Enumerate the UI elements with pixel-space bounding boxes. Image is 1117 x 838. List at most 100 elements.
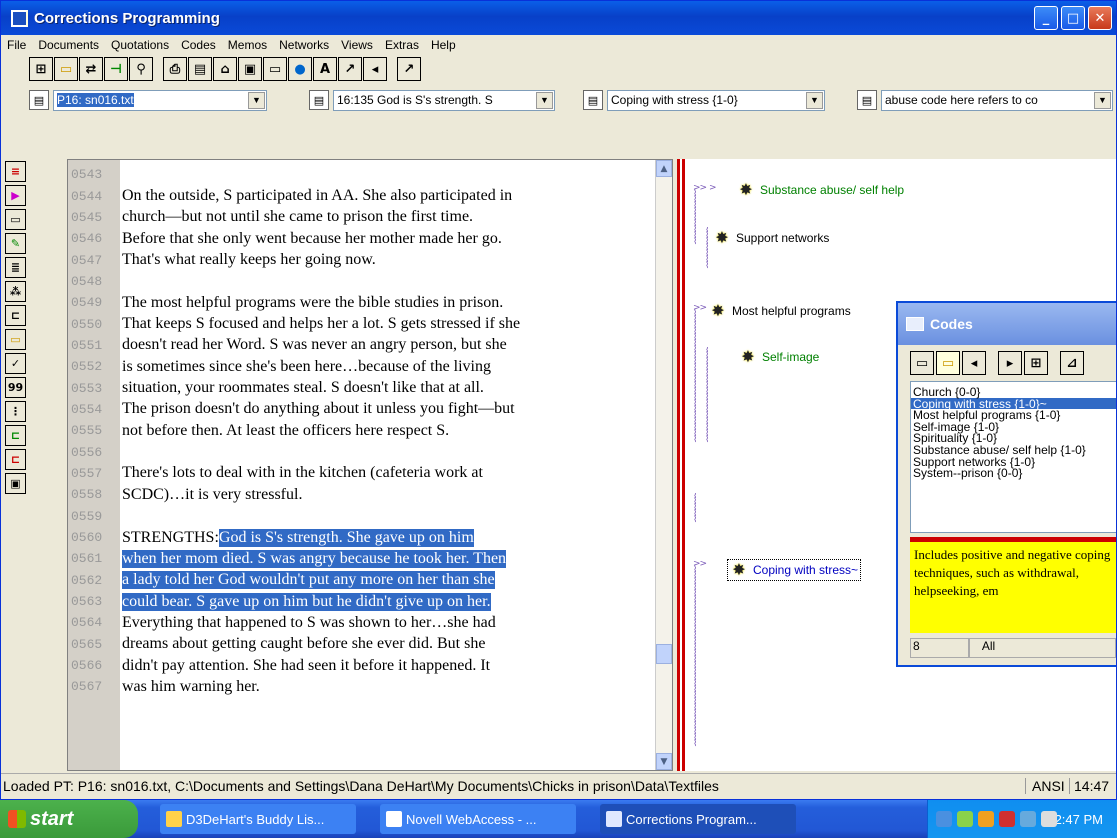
task-corrections[interactable]: Corrections Program... (600, 804, 796, 834)
link-code-icon[interactable]: ⊏ (5, 425, 26, 446)
document-editor[interactable]: 0543 0544 On the outside, S participated i… (67, 159, 673, 771)
line-number: 0554 (71, 401, 103, 417)
frame-icon[interactable]: ▣ (5, 473, 26, 494)
quotation-icon[interactable]: ▭ (936, 351, 960, 375)
quotation-select[interactable]: 16:135 God is S's strength. S ▼ (333, 89, 555, 111)
link-tool-icon[interactable]: ⊏ (5, 305, 26, 326)
forward-icon[interactable]: ▸ (998, 351, 1022, 375)
close-button[interactable]: ✕ (1088, 6, 1112, 30)
search-icon[interactable]: ⚲ (129, 57, 153, 81)
text-line: 0555 not before then. At least the office… (68, 420, 668, 441)
network-icon[interactable]: ⊞ (1024, 351, 1048, 375)
margin-code-selfimage[interactable]: ✸ Self-image (739, 348, 819, 366)
selected-quotation-text: when her mom died. S was angry because h… (122, 549, 507, 568)
chevron-down-icon[interactable]: ▼ (536, 91, 553, 109)
memo-select[interactable]: abuse code here refers to co ▼ (881, 89, 1113, 111)
back-icon[interactable]: ◂ (363, 57, 387, 81)
network-icon[interactable]: ⊞ (29, 57, 53, 81)
menu-file[interactable]: File (7, 38, 26, 52)
buddy-tray-icon[interactable] (978, 811, 994, 827)
minimize-button[interactable]: _ (1034, 6, 1058, 30)
code-star-icon: ✸ (741, 349, 755, 366)
unlink-code-icon[interactable]: ⊏ (5, 449, 26, 470)
scroll-down-icon[interactable]: ▼ (656, 753, 672, 770)
code-select[interactable]: Coping with stress {1-0} ▼ (607, 89, 825, 111)
display-icon[interactable]: ▭ (263, 57, 287, 81)
menu-memos[interactable]: Memos (228, 38, 267, 52)
text-line: 0562 a lady told her God wouldn't put any… (68, 570, 668, 591)
memo-list-icon[interactable]: ▤ (857, 90, 877, 110)
count-badge[interactable]: 99 (5, 377, 26, 398)
menu-documents[interactable]: Documents (38, 38, 99, 52)
check-icon[interactable]: ✓ (5, 353, 26, 374)
line-text: situation, your roommates steal. S doesn… (122, 379, 484, 397)
margin-code-substance[interactable]: ✸ Substance abuse/ self help (737, 181, 904, 199)
menu-quotations[interactable]: Quotations (111, 38, 169, 52)
margin-code-support[interactable]: ✸ Support networks (713, 229, 829, 247)
chevron-down-icon[interactable]: ▼ (1094, 91, 1111, 109)
chevron-down-icon[interactable]: ▼ (248, 91, 265, 109)
code-star-icon: ✸ (732, 562, 746, 579)
code-list-item[interactable]: Church {0-0} (911, 386, 1116, 398)
display-tray-icon[interactable] (1020, 811, 1036, 827)
code-list-item[interactable]: Substance abuse/ self help {1-0} (911, 444, 1116, 456)
network-tray-icon[interactable] (936, 811, 952, 827)
window-icon[interactable]: ▤ (188, 57, 212, 81)
code-list-item[interactable]: System--prison {0-0} (911, 467, 1116, 479)
line-text: That's what really keeps her going now. (122, 251, 376, 269)
back-icon[interactable]: ◂ (962, 351, 986, 375)
line-text: is sometimes since she's been here…becau… (122, 357, 491, 375)
font-icon[interactable]: A (313, 57, 337, 81)
maximize-button[interactable]: □ (1061, 6, 1085, 30)
globe-icon[interactable]: ● (288, 57, 312, 81)
align-icon[interactable]: ⇄ (79, 57, 103, 81)
messenger-tray-icon[interactable] (957, 811, 973, 827)
list-tool-icon[interactable]: ⋮ (5, 401, 26, 422)
print-icon[interactable]: ⎙ (163, 57, 187, 81)
document-select[interactable]: P16: sn016.txt ▼ (53, 89, 267, 111)
save-icon[interactable]: ▣ (238, 57, 262, 81)
code-filter[interactable]: All (968, 638, 1116, 658)
codes-dialog-title[interactable]: Codes (898, 303, 1116, 345)
code-in-vivo-icon[interactable]: ≡ (5, 161, 26, 182)
margin-divider (677, 159, 685, 771)
document-icon[interactable]: ▤ (29, 90, 49, 110)
text-tool-icon[interactable]: ≣ (5, 257, 26, 278)
create-quotation-icon[interactable]: ▭ (5, 209, 26, 230)
edit-quotation-icon[interactable]: ✎ (5, 233, 26, 254)
scroll-thumb[interactable] (656, 644, 672, 664)
menu-codes[interactable]: Codes (181, 38, 216, 52)
tool-icon[interactable]: ↗ (338, 57, 362, 81)
menu-views[interactable]: Views (341, 38, 373, 52)
code-marker-icon[interactable]: ▶ (5, 185, 26, 206)
menu-help[interactable]: Help (431, 38, 456, 52)
quotation-icon[interactable]: ▭ (54, 57, 78, 81)
task-novell[interactable]: Novell WebAccess - ... (380, 804, 576, 834)
line-text: didn't pay attention. She had seen it be… (122, 656, 491, 674)
text-line: 0557 There's lots to deal with in the kit… (68, 463, 668, 484)
margin-code-programs[interactable]: ✸ Most helpful programs (709, 302, 850, 320)
status-text: Loaded PT: P16: sn016.txt, C:\Documents … (3, 777, 1026, 794)
text-lines: 0543 0544 On the outside, S participated i… (68, 164, 668, 698)
hammer-icon[interactable]: ↗ (397, 57, 421, 81)
open-icon[interactable]: ⌂ (213, 57, 237, 81)
tree-icon[interactable]: ⊣ (104, 57, 128, 81)
security-tray-icon[interactable] (999, 811, 1015, 827)
memo-tool-icon[interactable]: ▭ (5, 329, 26, 350)
rectangle-icon[interactable]: ▭ (910, 351, 934, 375)
title-bar[interactable]: Corrections Programming _ □ ✕ (1, 1, 1116, 35)
quotation-list-icon[interactable]: ▤ (309, 90, 329, 110)
code-list-icon[interactable]: ▤ (583, 90, 603, 110)
start-button[interactable]: start (0, 800, 138, 838)
editor-scrollbar[interactable]: ▲ ▼ (655, 160, 672, 770)
task-buddy-list[interactable]: D3DeHart's Buddy Lis... (160, 804, 356, 834)
menu-extras[interactable]: Extras (385, 38, 419, 52)
margin-code-coping[interactable]: ✸ Coping with stress~ (727, 559, 862, 581)
scroll-up-icon[interactable]: ▲ (656, 160, 672, 177)
code-list-tool-icon[interactable]: ⁂ (5, 281, 26, 302)
edit-icon[interactable]: ⊿ (1060, 351, 1084, 375)
menu-networks[interactable]: Networks (279, 38, 329, 52)
code-list[interactable]: Church {0-0} Coping with stress {1-0}~ Mos… (910, 381, 1116, 533)
chevron-down-icon[interactable]: ▼ (806, 91, 823, 109)
speaker-tray-icon[interactable] (1041, 811, 1057, 827)
